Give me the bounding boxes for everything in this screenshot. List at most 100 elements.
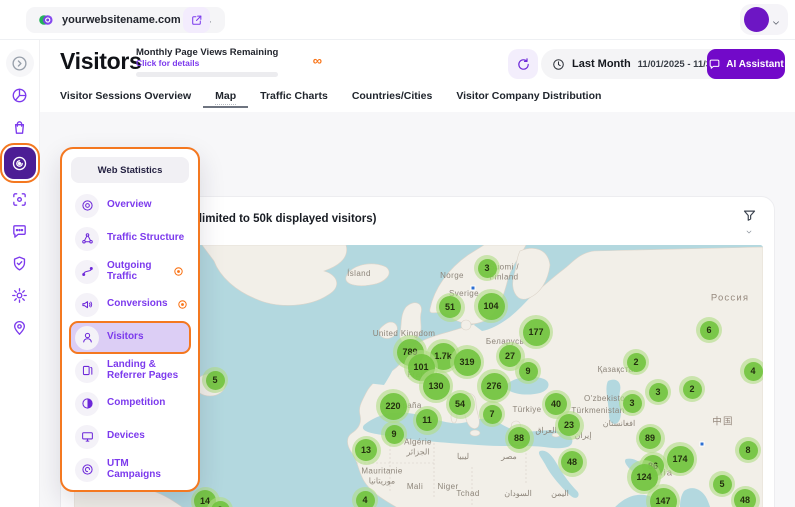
map-cluster[interactable]: 48: [558, 448, 587, 477]
map-cluster[interactable]: 174: [663, 442, 697, 476]
refresh-icon: [516, 57, 531, 72]
ai-assistant-label: AI Assistant: [726, 59, 783, 70]
rail-button-pie-chart[interactable]: [6, 81, 34, 109]
cluster-count: 220: [380, 393, 407, 420]
landing-pages-icon: [75, 359, 99, 383]
map-cluster[interactable]: 4: [740, 358, 763, 384]
map-cluster[interactable]: 3: [474, 255, 500, 281]
map-marker[interactable]: [700, 442, 705, 447]
refresh-button[interactable]: [508, 49, 538, 79]
map-cluster[interactable]: 51: [436, 293, 465, 322]
cluster-count: 88: [508, 427, 530, 449]
chat-bubble-icon: [708, 58, 721, 71]
map-cluster[interactable]: 3: [619, 390, 645, 416]
map-cluster[interactable]: 104: [474, 289, 508, 323]
cluster-count: 48: [734, 489, 756, 507]
map-cluster[interactable]: 54: [446, 390, 475, 419]
map-cluster[interactable]: 11: [413, 406, 442, 435]
menu-item-overview[interactable]: Overview: [69, 189, 191, 222]
menu-item-label: UTM Campaigns: [107, 459, 185, 480]
chevron-down-icon: [771, 15, 781, 25]
menu-item-visitors[interactable]: Visitors: [69, 321, 191, 354]
menu-item-conversions[interactable]: Conversions: [69, 288, 191, 321]
cluster-count: 54: [449, 393, 471, 415]
menu-item-label: Conversions: [107, 299, 168, 310]
account-menu[interactable]: [740, 4, 788, 35]
cluster-count: 48: [561, 451, 583, 473]
menu-item-traffic-structure[interactable]: Traffic Structure: [69, 222, 191, 255]
map-cluster[interactable]: 3: [645, 379, 671, 405]
cluster-count: 3: [649, 383, 668, 402]
cluster-count: 9: [385, 425, 404, 444]
tab-countries-cities[interactable]: Countries/Cities: [352, 90, 433, 108]
quota-unlimited-badge: ∞: [313, 53, 322, 68]
site-favicon-icon: [38, 12, 54, 28]
map-cluster[interactable]: 5: [709, 471, 735, 497]
map-cluster[interactable]: 48: [731, 486, 760, 507]
cluster-count: 2: [627, 353, 646, 372]
cluster-count: 3: [623, 394, 642, 413]
map-cluster[interactable]: 220: [376, 389, 410, 423]
cluster-count: 7: [483, 405, 502, 424]
map-cluster[interactable]: 7: [479, 401, 505, 427]
cluster-count: 23: [558, 414, 580, 436]
menu-item-label: Traffic Structure: [107, 233, 185, 244]
map-cluster[interactable]: 8: [735, 437, 761, 463]
rail-button-web-statistics-radar[interactable]: [4, 147, 36, 179]
map-cluster[interactable]: 5: [202, 367, 228, 393]
tab-traffic-charts[interactable]: Traffic Charts: [260, 90, 328, 108]
cluster-count: 104: [478, 293, 505, 320]
map-cluster[interactable]: 177: [519, 315, 553, 349]
cluster-count: 177: [523, 319, 550, 346]
menu-item-competition[interactable]: Competition: [69, 387, 191, 420]
ai-assistant-button[interactable]: AI Assistant: [707, 49, 785, 79]
tab-label: Visitor Sessions Overview: [60, 90, 191, 102]
cluster-count: 6: [700, 321, 719, 340]
rail-button-chat[interactable]: [6, 217, 34, 245]
chevron-down-icon: [745, 223, 753, 231]
map-cluster[interactable]: 9: [515, 358, 541, 384]
map-cluster[interactable]: 2: [679, 376, 705, 402]
rail-button-collapse[interactable]: [6, 49, 34, 77]
map-cluster[interactable]: 13: [352, 436, 381, 465]
rail-button-gear[interactable]: [6, 281, 34, 309]
map-cluster[interactable]: 89: [636, 424, 665, 453]
map-cluster[interactable]: 276: [477, 369, 511, 403]
menu-items: Overview Traffic Structure Outgoing Traffi…: [69, 189, 191, 486]
period-label: Last Month: [572, 58, 631, 70]
menu-item-devices[interactable]: Devices: [69, 420, 191, 453]
map-card-title: (limited to 50k displayed visitors): [195, 213, 377, 225]
menu-item-outgoing-traffic[interactable]: Outgoing Traffic: [69, 255, 191, 288]
map-cluster[interactable]: 9: [381, 421, 407, 447]
tab-visitor-sessions-overview[interactable]: Visitor Sessions Overview: [60, 90, 191, 108]
tab-label: Traffic Charts: [260, 90, 328, 102]
tab-visitor-company-distribution[interactable]: Visitor Company Distribution: [456, 90, 601, 108]
map-cluster[interactable]: 4: [352, 487, 378, 507]
map-cluster[interactable]: 2: [623, 349, 649, 375]
map-cluster[interactable]: 6: [696, 317, 722, 343]
menu-item-landing-referrer-pages[interactable]: Landing & Referrer Pages: [69, 354, 191, 387]
map-filter-button[interactable]: [737, 208, 761, 238]
quota-progressbar: [136, 72, 278, 77]
map-cluster[interactable]: 23: [555, 411, 584, 440]
tab-map[interactable]: Map: [215, 90, 236, 108]
rail-button-location-pin[interactable]: [6, 313, 34, 341]
rail-button-orders-bag[interactable]: [6, 113, 34, 141]
web-statistics-menu: Web Statistics OverviewTraffic Structure…: [60, 147, 200, 492]
map-cluster[interactable]: 319: [450, 345, 484, 379]
cluster-count: 4: [744, 362, 763, 381]
quota-details-link[interactable]: Click for details: [136, 58, 322, 68]
tab-label: Countries/Cities: [352, 90, 433, 102]
map-marker[interactable]: [471, 286, 476, 291]
map-cluster[interactable]: 88: [505, 424, 534, 453]
open-website-button[interactable]: [183, 7, 210, 33]
rail-button-shield[interactable]: [6, 249, 34, 277]
site-name: yourwebsitename.com: [62, 14, 181, 26]
cluster-count: 2: [683, 380, 702, 399]
menu-item-utm-campaigns[interactable]: UTM Campaigns: [69, 453, 191, 486]
cluster-count: 4: [356, 491, 375, 507]
cluster-count: 319: [454, 349, 481, 376]
gear-icon: [11, 287, 28, 304]
rail-button-target[interactable]: [6, 185, 34, 213]
orders-bag-icon: [11, 119, 28, 136]
